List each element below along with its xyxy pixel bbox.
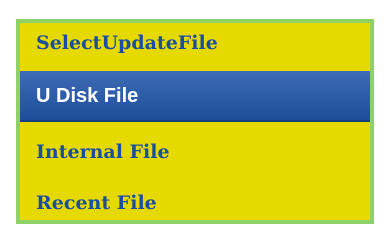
menu-item-label: Recent File xyxy=(36,192,157,214)
menu-item-recent-file[interactable]: Recent File xyxy=(20,178,370,229)
menu-item-internal-file[interactable]: Internal File xyxy=(20,127,370,178)
menu-item-label: U Disk File xyxy=(36,85,139,107)
menu-item-u-disk-file[interactable]: U Disk File xyxy=(20,71,370,122)
select-update-file-dialog: SelectUpdateFile U Disk File Internal Fi… xyxy=(16,19,374,224)
dialog-title: SelectUpdateFile xyxy=(36,32,218,54)
menu-item-label: Internal File xyxy=(36,141,170,163)
